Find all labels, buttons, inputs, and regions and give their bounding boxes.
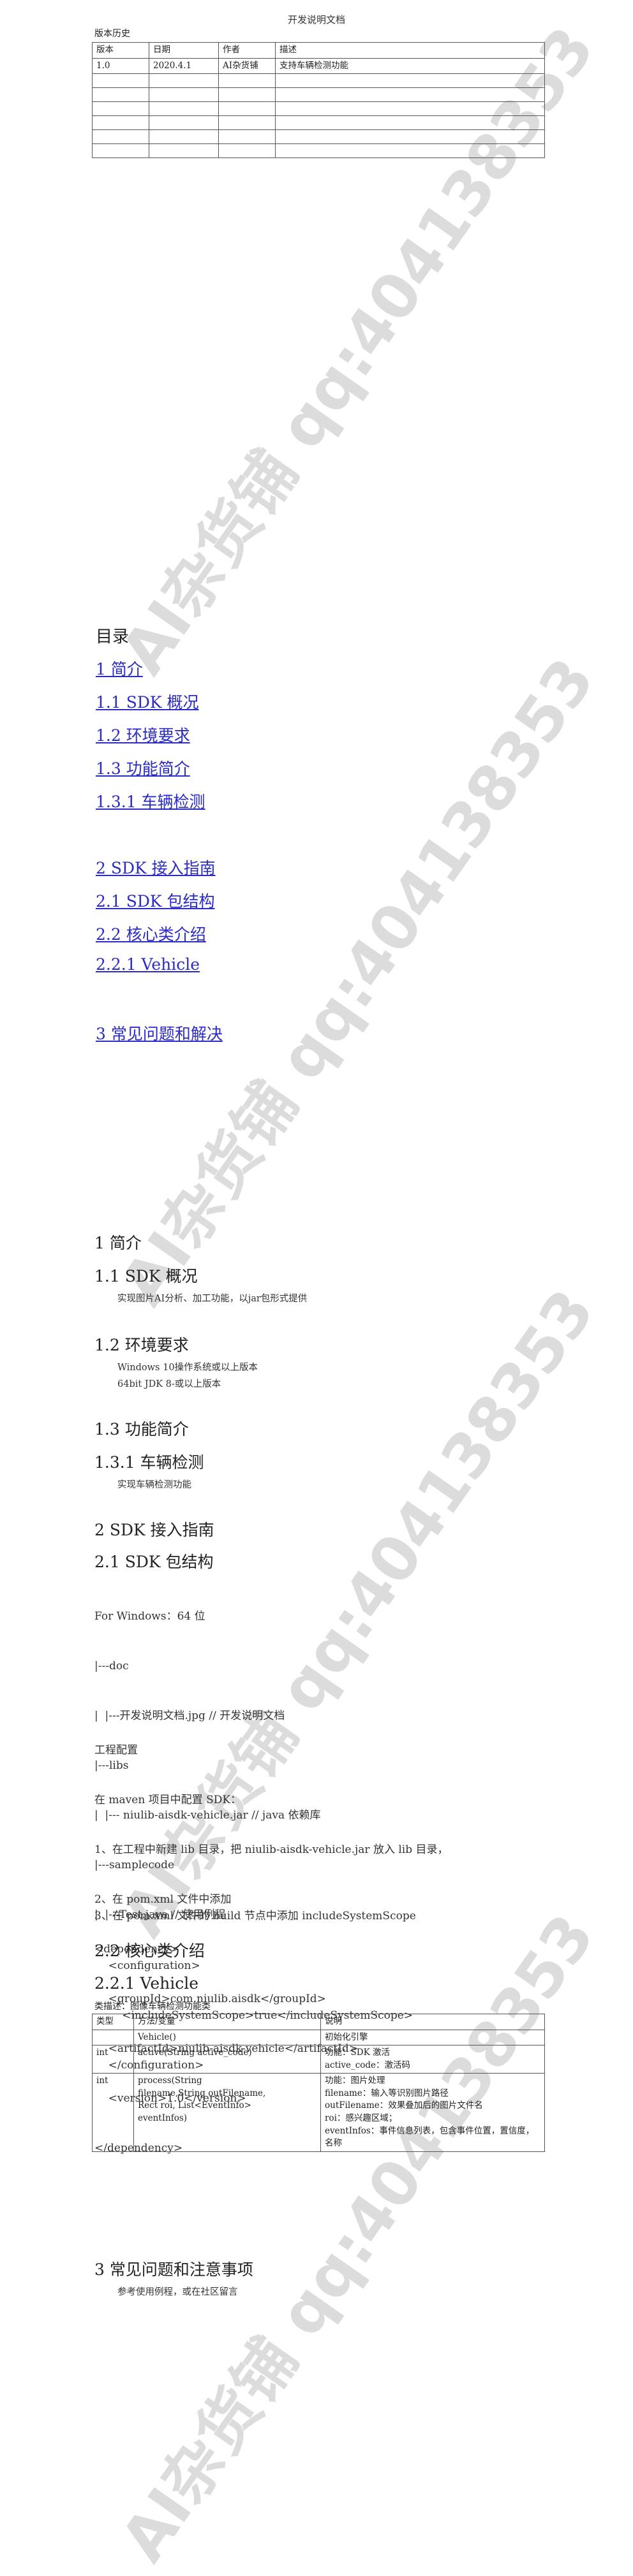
section-2-2-heading: 2.2 核心类介绍 <box>94 1942 205 1960</box>
cell: Vehicle() <box>133 2029 321 2046</box>
toc-link-vehicle-detect[interactable]: 1.3.1 车辆检测 <box>96 789 205 812</box>
table-row: int active(String active_code) 功能：SDK 激活… <box>92 2045 545 2074</box>
section-3-text: 参考使用例程，或在社区留言 <box>117 2287 238 2297</box>
cell <box>92 129 149 145</box>
cell <box>149 101 219 117</box>
col-method: 方法/变量 <box>133 2014 321 2030</box>
section-1-2-line2: 64bit JDK 8-或以上版本 <box>117 1379 221 1389</box>
toc-link-env[interactable]: 1.2 环境要求 <box>96 723 190 746</box>
cell <box>92 87 149 103</box>
cell <box>149 73 219 89</box>
section-1-heading: 1 简介 <box>94 1234 142 1252</box>
col-desc: 说明 <box>320 2014 545 2030</box>
toc-link-vehicle[interactable]: 2.2.1 Vehicle <box>96 955 200 974</box>
section-1-2-heading: 1.2 环境要求 <box>94 1336 189 1354</box>
config-line: 工程配置 <box>94 1744 138 1757</box>
cell <box>92 73 149 89</box>
section-1-1-heading: 1.1 SDK 概况 <box>94 1267 198 1285</box>
table-row: int process(String filename,String outFi… <box>92 2073 545 2152</box>
tree-line: For Windows：64 位 <box>94 1610 205 1623</box>
cell <box>92 115 149 131</box>
cell: AI杂货铺 <box>218 57 276 75</box>
table-header-row: 类型 方法/变量 说明 <box>92 2014 545 2030</box>
cell: active(String active_code) <box>133 2045 321 2074</box>
col-type: 类型 <box>92 2014 134 2030</box>
table-row <box>92 129 545 145</box>
toc-link-package[interactable]: 2.1 SDK 包结构 <box>96 889 215 912</box>
class-description: 类描述：图像车辆检测功能类 <box>94 2002 211 2012</box>
section-1-3-1-text: 实现车辆检测功能 <box>117 1480 191 1490</box>
cell <box>218 101 276 117</box>
section-1-1-text: 实现图片AI分析、加工功能，以jar包形式提供 <box>117 1294 308 1304</box>
cell <box>218 73 276 89</box>
col-description: 描述 <box>275 42 545 59</box>
api-table: 类型 方法/变量 说明 Vehicle() 初始化引擎 int active(S… <box>92 2014 545 2152</box>
cell <box>275 73 545 89</box>
cell: 功能：图片处理 filename：输入等识别图片路径 outFilename：效… <box>320 2073 545 2152</box>
table-row <box>92 73 545 89</box>
table-row <box>92 143 545 159</box>
toc-link-guide[interactable]: 2 SDK 接入指南 <box>96 856 216 879</box>
history-caption: 版本历史 <box>94 29 130 39</box>
toc-link-features[interactable]: 1.3 功能简介 <box>96 756 190 779</box>
cell <box>218 143 276 159</box>
col-version: 版本 <box>92 42 149 59</box>
col-author: 作者 <box>218 42 276 59</box>
toc-link-faq[interactable]: 3 常见问题和解决 <box>96 1021 223 1044</box>
section-1-2-line1: Windows 10操作系统或以上版本 <box>117 1363 258 1373</box>
table-row <box>92 101 545 117</box>
cell <box>149 143 219 159</box>
cell <box>149 87 219 103</box>
cell <box>275 101 545 117</box>
cell <box>275 129 545 145</box>
section-2-heading: 2 SDK 接入指南 <box>94 1521 214 1539</box>
toc-link-intro[interactable]: 1 简介 <box>96 657 143 680</box>
cell: int <box>92 2045 134 2074</box>
section-1-3-1-heading: 1.3.1 车辆检测 <box>94 1453 204 1472</box>
section-2-1-heading: 2.1 SDK 包结构 <box>94 1553 214 1571</box>
cell <box>275 115 545 131</box>
section-1-3-heading: 1.3 功能简介 <box>94 1420 189 1438</box>
cell <box>92 2029 134 2046</box>
cell <box>92 101 149 117</box>
table-row: 1.0 2020.4.1 AI杂货铺 支持车辆检测功能 <box>92 57 545 75</box>
page-header-title: 开发说明文档 <box>287 14 345 26</box>
config-line: 1、在工程中新建 lib 目录，把 niulib-aisdk-vehicle.j… <box>94 1843 449 1856</box>
cell <box>275 143 545 159</box>
cell: int <box>92 2073 134 2152</box>
tree-line: |---doc <box>94 1660 129 1672</box>
section-2-2-1-heading: 2.2.1 Vehicle <box>94 1974 199 1993</box>
col-date: 日期 <box>149 42 219 59</box>
cell <box>275 87 545 103</box>
cell: process(String filename,String outFilena… <box>133 2073 321 2152</box>
cell: 支持车辆检测功能 <box>275 57 545 75</box>
cell <box>218 115 276 131</box>
cell <box>218 129 276 145</box>
table-row: Vehicle() 初始化引擎 <box>92 2029 545 2046</box>
cell: 2020.4.1 <box>149 57 219 75</box>
toc-link-sdk-overview[interactable]: 1.1 SDK 概况 <box>96 690 199 713</box>
cell <box>149 115 219 131</box>
table-row <box>92 87 545 103</box>
table-header-row: 版本 日期 作者 描述 <box>92 42 545 59</box>
config-line: 3、在 pom.xml 文件的 build 节点中添加 includeSyste… <box>94 1910 416 1922</box>
cell: 功能：SDK 激活 active_code：激活码 <box>320 2045 545 2074</box>
cell <box>149 129 219 145</box>
toc-link-core-classes[interactable]: 2.2 核心类介绍 <box>96 922 206 945</box>
cell <box>92 143 149 159</box>
section-3-heading: 3 常见问题和注意事项 <box>94 2260 253 2279</box>
table-row <box>92 115 545 131</box>
config-line: 在 maven 项目中配置 SDK： <box>94 1794 242 1806</box>
version-history-table: 版本 日期 作者 描述 1.0 2020.4.1 AI杂货铺 支持车辆检测功能 <box>92 42 545 159</box>
toc-title: 目录 <box>96 627 130 647</box>
cell: 1.0 <box>92 57 149 75</box>
cell: 初始化引擎 <box>320 2029 545 2046</box>
cell <box>218 87 276 103</box>
